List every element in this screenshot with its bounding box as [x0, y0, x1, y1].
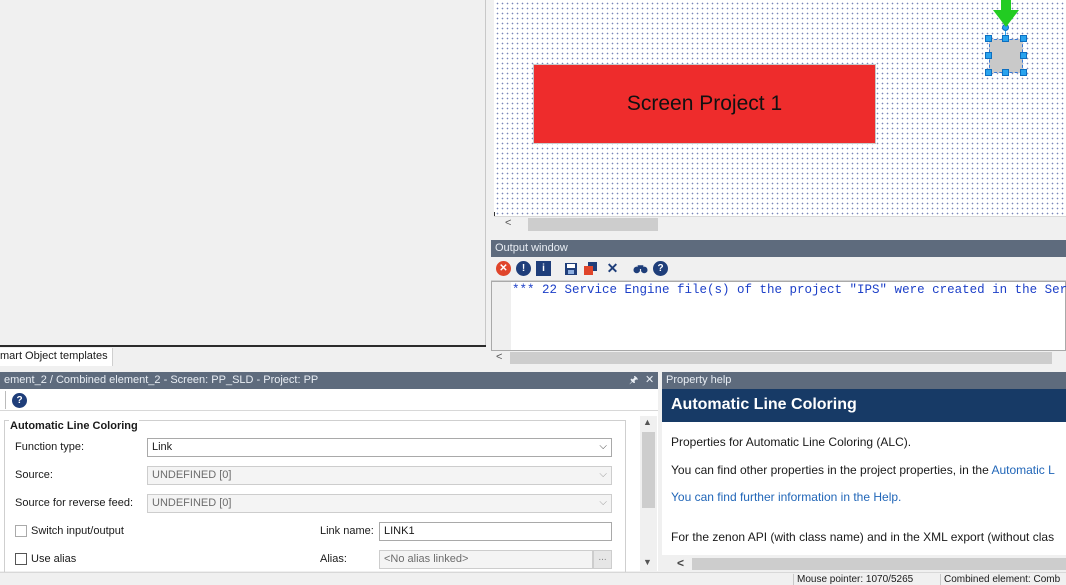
- resize-handle-ne[interactable]: [1020, 35, 1027, 42]
- source-value: UNDEFINED [0]: [152, 469, 232, 481]
- function-type-value: Link: [152, 441, 173, 453]
- alias-label: Alias:: [320, 553, 347, 565]
- output-message-line: *** 22 Service Engine file(s) of the pro…: [512, 283, 1066, 297]
- toolbar-divider: [5, 391, 6, 409]
- use-alias-label: Use alias: [31, 553, 77, 565]
- info-filter-icon[interactable]: i: [536, 261, 551, 276]
- properties-help-icon[interactable]: ?: [12, 393, 27, 408]
- selected-combined-element[interactable]: [989, 39, 1023, 73]
- save-icon[interactable]: [563, 261, 578, 276]
- output-gutter: [492, 282, 511, 350]
- help-paragraph-2-text: You can find other properties in the pro…: [671, 463, 992, 477]
- switch-io-checkbox[interactable]: [15, 525, 27, 537]
- output-scroll-left-icon[interactable]: <: [496, 351, 502, 363]
- clear-icon[interactable]: ✕: [605, 260, 620, 276]
- resize-handle-n[interactable]: [1002, 35, 1009, 42]
- help-paragraph-2: You can find other properties in the pro…: [671, 463, 1055, 477]
- screen-rectangle-label: Screen Project 1: [626, 92, 783, 115]
- status-mouse-pointer: Mouse pointer: 1070/5265: [793, 574, 913, 585]
- source-reverse-value: UNDEFINED [0]: [152, 497, 232, 509]
- properties-title: ement_2 / Combined element_2 - Screen: P…: [0, 372, 658, 389]
- resize-handle-nw[interactable]: [985, 35, 992, 42]
- alias-input[interactable]: <No alias linked>: [379, 550, 593, 569]
- resize-handle-w[interactable]: [985, 52, 992, 59]
- alc-group-title: Automatic Line Coloring: [9, 420, 139, 432]
- error-filter-icon[interactable]: ✕: [496, 261, 511, 276]
- properties-scroll-thumb[interactable]: [642, 432, 655, 508]
- help-paragraph-4: For the zenon API (with class name) and …: [671, 530, 1055, 544]
- scroll-up-icon[interactable]: ▲: [643, 417, 652, 427]
- resize-handle-se[interactable]: [1020, 69, 1027, 76]
- chevron-down-icon: ⌵: [599, 497, 607, 508]
- property-help-title: Property help: [662, 372, 1066, 389]
- canvas-scroll-thumb[interactable]: [528, 218, 658, 231]
- chevron-down-icon: ⌵: [599, 441, 607, 452]
- help-link-alc-properties[interactable]: Automatic L: [991, 463, 1054, 477]
- function-type-label: Function type:: [15, 441, 85, 453]
- help-scroll-thumb[interactable]: [692, 558, 1066, 570]
- help-scroll-left-icon[interactable]: <: [677, 556, 684, 570]
- left-pane: [0, 0, 486, 345]
- alias-browse-button[interactable]: ...: [593, 550, 612, 569]
- help-icon[interactable]: ?: [653, 261, 668, 276]
- copy-icon[interactable]: [583, 261, 598, 276]
- pin-icon[interactable]: 🖈: [629, 373, 638, 390]
- property-help-header: Automatic Line Coloring: [662, 389, 1066, 422]
- tab-smart-object-templates[interactable]: mart Object templates: [0, 348, 113, 366]
- chevron-down-icon: ⌵: [599, 469, 607, 480]
- close-icon[interactable]: ✕: [645, 373, 654, 386]
- properties-toolbar: [0, 389, 658, 411]
- resize-handle-e[interactable]: [1020, 52, 1027, 59]
- output-window-title: Output window: [491, 240, 1066, 257]
- output-toolbar: ✕ ! i ✕ ?: [491, 257, 1066, 281]
- source-reverse-combo[interactable]: UNDEFINED [0] ⌵: [147, 494, 612, 513]
- green-arrow-icon: [993, 0, 1019, 27]
- scroll-left-icon[interactable]: <: [505, 217, 511, 229]
- screen-rectangle[interactable]: Screen Project 1: [533, 64, 876, 144]
- source-combo[interactable]: UNDEFINED [0] ⌵: [147, 466, 612, 485]
- help-link-further-info[interactable]: You can find further information in the …: [671, 490, 901, 504]
- status-combined-element: Combined element: Comb: [940, 574, 1060, 585]
- use-alias-checkbox[interactable]: [15, 553, 27, 565]
- source-label: Source:: [15, 469, 53, 481]
- link-name-input[interactable]: LINK1: [379, 522, 612, 541]
- resize-handle-sw[interactable]: [985, 69, 992, 76]
- find-icon[interactable]: [633, 261, 648, 276]
- help-paragraph-1: Properties for Automatic Line Coloring (…: [671, 435, 912, 449]
- warning-filter-icon[interactable]: !: [516, 261, 531, 276]
- source-reverse-label: Source for reverse feed:: [15, 497, 134, 509]
- switch-io-label: Switch input/output: [31, 525, 124, 537]
- link-name-label: Link name:: [320, 525, 374, 537]
- resize-handle-s[interactable]: [1002, 69, 1009, 76]
- output-scroll-thumb[interactable]: [510, 352, 1052, 364]
- scroll-down-icon[interactable]: ▼: [643, 557, 652, 567]
- function-type-combo[interactable]: Link ⌵: [147, 438, 612, 457]
